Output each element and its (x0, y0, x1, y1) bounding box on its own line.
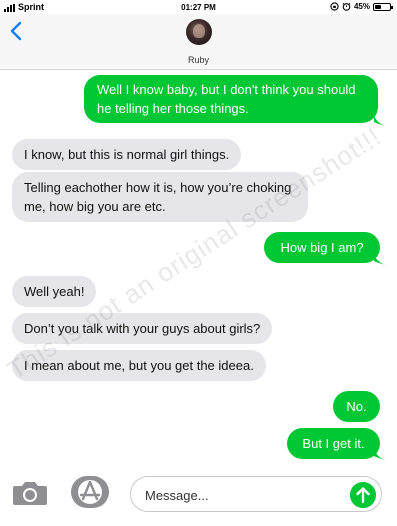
message-composer (0, 472, 397, 526)
message-bubble-incoming[interactable]: I know, but this is normal girl things. (12, 139, 242, 170)
conversation-header: Ruby (0, 14, 397, 70)
bubble-tail (374, 255, 386, 265)
message-bubble-outgoing[interactable]: How big I am? (264, 232, 380, 263)
message-text: No. (346, 399, 367, 414)
chevron-left-icon[interactable] (8, 20, 26, 42)
send-arrow-icon[interactable] (350, 482, 376, 508)
alarm-icon (342, 3, 351, 11)
message-bubble-outgoing[interactable]: No. (333, 391, 380, 422)
contact-name[interactable]: Ruby (0, 55, 397, 65)
app-store-icon[interactable] (70, 475, 110, 509)
contact-avatar[interactable] (186, 19, 212, 45)
message-text: Well yeah! (24, 284, 85, 299)
message-bubble-outgoing[interactable]: But I get it. (287, 428, 380, 459)
message-text: I know, but this is normal girl things. (24, 147, 230, 162)
message-field[interactable] (130, 476, 382, 512)
status-bar: Sprint 01:27 PM 45% (0, 0, 397, 14)
camera-icon[interactable] (12, 480, 48, 506)
battery-icon (373, 2, 393, 11)
message-text: How big I am? (280, 240, 364, 255)
message-text: But I get it. (302, 436, 365, 451)
message-bubble-incoming[interactable]: Well yeah! (12, 276, 97, 307)
message-bubble-outgoing[interactable]: Well I know baby, but I don't think you … (84, 75, 378, 123)
bubble-tail (374, 450, 386, 460)
status-right: 45% (330, 2, 393, 11)
battery-percent: 45% (353, 2, 370, 11)
message-input[interactable] (145, 486, 335, 504)
message-text: Well I know baby, but I don't think you … (97, 82, 356, 116)
battery-level (375, 4, 381, 9)
rotation-lock-icon (330, 2, 339, 11)
